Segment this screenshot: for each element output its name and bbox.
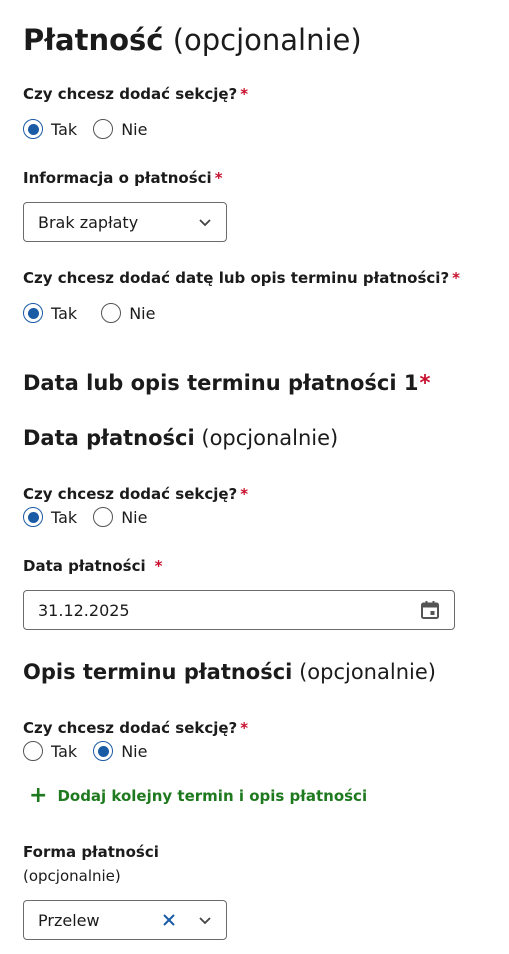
clear-icon[interactable] <box>162 913 176 927</box>
required-mark: * <box>240 485 249 503</box>
radio-yes[interactable]: Tak <box>23 741 77 761</box>
heading-text: Data lub opis terminu płatności 1 <box>23 371 419 395</box>
select-value: Przelew <box>38 910 100 930</box>
question-text: Czy chcesz dodać datę lub opis terminu p… <box>23 269 450 287</box>
desc-section-heading: Opis terminu płatności (opcjonalnie) <box>23 658 436 686</box>
radio-yes-control[interactable] <box>23 303 43 323</box>
radio-no[interactable]: Nie <box>101 303 155 323</box>
chevron-down-icon <box>199 219 211 227</box>
question-text: Czy chcesz dodać sekcję? <box>23 85 238 103</box>
radio-no-label: Nie <box>121 741 148 761</box>
radio-no-control[interactable] <box>101 303 122 323</box>
payment-info-label: Informacja o płatności * <box>23 168 223 188</box>
radio-no-control[interactable] <box>93 119 114 139</box>
radio-no-label: Nie <box>129 303 156 323</box>
chevron-down-icon[interactable] <box>198 913 212 927</box>
title-optional: (opcjonalnie) <box>172 23 362 57</box>
radio-no-label: Nie <box>121 507 148 527</box>
required-mark: * <box>154 557 163 575</box>
heading-optional: (opcjonalnie) <box>201 426 339 450</box>
required-mark: * <box>240 719 249 737</box>
radio-yes-label: Tak <box>51 741 78 761</box>
payment-info-select[interactable]: Brak zapłaty <box>23 202 227 242</box>
date-input[interactable]: 31.12.2025 <box>23 590 455 630</box>
date-add-question: Czy chcesz dodać sekcję? * <box>23 484 248 504</box>
required-mark: * <box>419 371 431 395</box>
radio-yes-label: Tak <box>51 119 78 139</box>
heading-text: Data płatności <box>23 426 195 450</box>
radio-yes-label: Tak <box>51 507 78 527</box>
plus-icon: + <box>29 783 48 808</box>
radio-no[interactable]: Nie <box>93 119 147 139</box>
label-text: Informacja o płatności <box>23 169 212 187</box>
add-term-link-text: Dodaj kolejny termin i opis płatności <box>57 787 368 805</box>
add-date-question: Czy chcesz dodać datę lub opis terminu p… <box>23 268 460 288</box>
select-value: Brak zapłaty <box>38 212 139 232</box>
required-mark: * <box>214 169 223 187</box>
radio-yes-label: Tak <box>51 303 78 323</box>
radio-yes-control[interactable] <box>23 741 43 761</box>
payment-method-select[interactable]: Przelew <box>23 900 227 940</box>
question-text: Czy chcesz dodać sekcję? <box>23 485 238 503</box>
radio-no-control[interactable] <box>93 741 114 761</box>
add-section-question: Czy chcesz dodać sekcję? * <box>23 84 248 104</box>
page-title: Płatność (opcjonalnie) <box>23 22 362 58</box>
add-term-link[interactable]: + Dodaj kolejny termin i opis płatności <box>29 783 368 808</box>
radio-no[interactable]: Nie <box>93 507 147 527</box>
calendar-icon[interactable] <box>420 600 440 620</box>
payment-method-label: Forma płatności <box>23 843 159 861</box>
date-input-value: 31.12.2025 <box>38 600 130 620</box>
term-heading: Data lub opis terminu płatności 1* <box>23 369 430 397</box>
heading-text: Opis terminu płatności <box>23 660 293 684</box>
radio-no-label: Nie <box>121 119 148 139</box>
date-section-heading: Data płatności (opcjonalnie) <box>23 424 338 452</box>
payment-method-optional: (opcjonalnie) <box>23 867 121 885</box>
heading-optional: (opcjonalnie) <box>299 660 436 684</box>
question-text: Czy chcesz dodać sekcję? <box>23 719 238 737</box>
radio-no-control[interactable] <box>93 507 114 527</box>
add-date-radio-group: Tak Nie <box>23 303 155 323</box>
label-text: Data płatności <box>23 557 146 575</box>
radio-yes-control[interactable] <box>23 507 43 527</box>
radio-yes[interactable]: Tak <box>23 119 77 139</box>
add-section-radio-group: Tak Nie <box>23 119 147 139</box>
desc-add-question: Czy chcesz dodać sekcję? * <box>23 718 248 738</box>
radio-yes[interactable]: Tak <box>23 507 77 527</box>
date-label: Data płatności * <box>23 556 163 576</box>
required-mark: * <box>240 85 249 103</box>
desc-add-radio-group: Tak Nie <box>23 741 147 761</box>
title-text: Płatność <box>23 23 164 57</box>
date-add-radio-group: Tak Nie <box>23 507 147 527</box>
radio-no[interactable]: Nie <box>93 741 147 761</box>
required-mark: * <box>452 269 461 287</box>
radio-yes-control[interactable] <box>23 119 43 139</box>
radio-yes[interactable]: Tak <box>23 303 77 323</box>
